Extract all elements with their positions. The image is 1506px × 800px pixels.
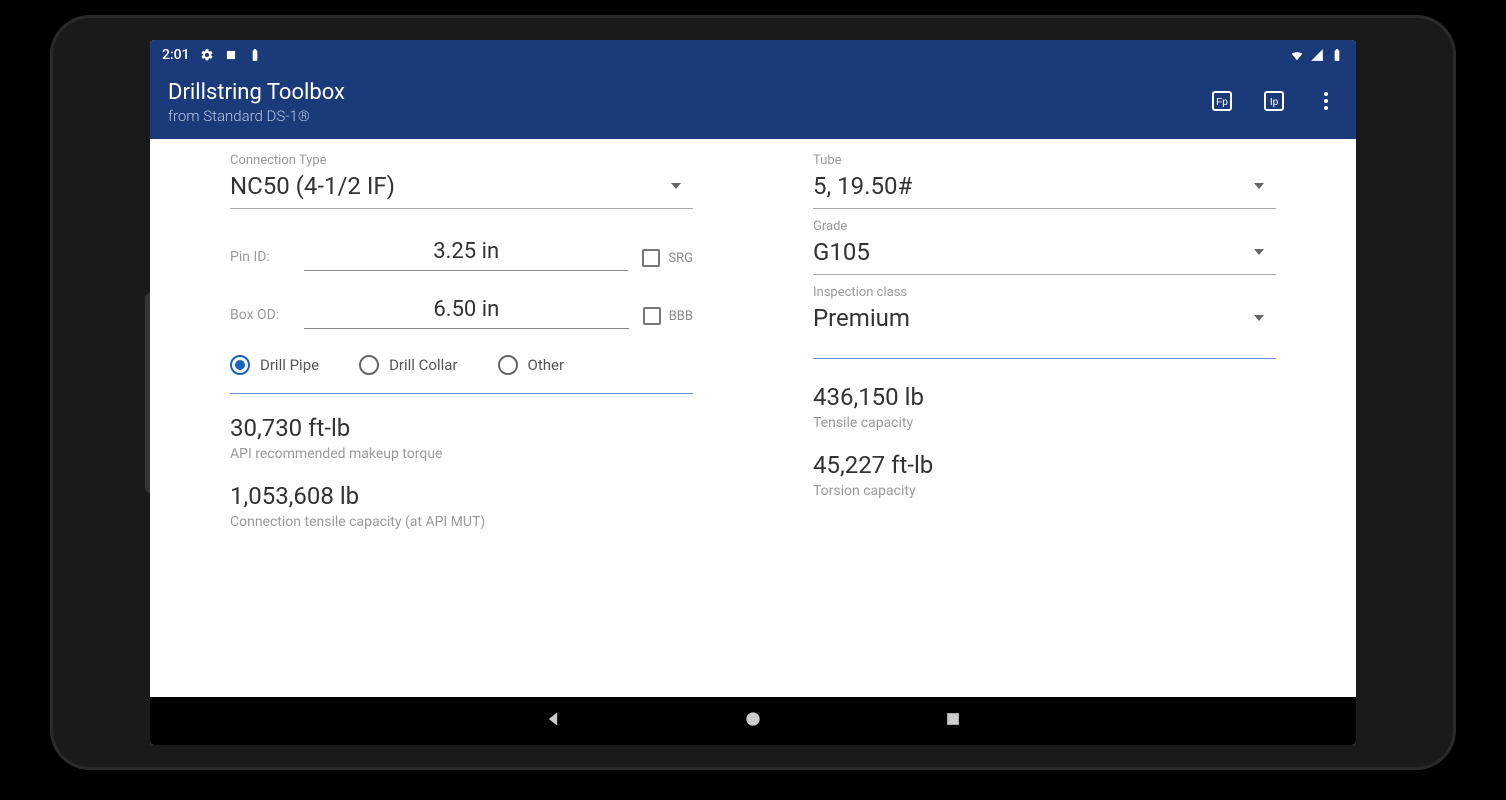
- status-bar: 2:01: [150, 40, 1356, 70]
- grade-label: Grade: [813, 219, 1276, 234]
- bbb-label: BBB: [669, 309, 693, 324]
- srg-checkbox[interactable]: [642, 249, 660, 267]
- box-od-input[interactable]: [304, 295, 629, 329]
- connection-type-label: Connection Type: [230, 153, 693, 168]
- signal-icon: [1310, 48, 1324, 62]
- radio-other[interactable]: Other: [498, 355, 565, 375]
- connection-type-dropdown[interactable]: NC50 (4-1/2 IF): [230, 168, 693, 209]
- grade-value: G105: [813, 238, 870, 266]
- result-value: 436,150 lb: [813, 383, 1276, 411]
- chevron-down-icon: [1254, 315, 1264, 321]
- divider: [813, 358, 1276, 359]
- tube-dropdown[interactable]: 5, 19.50#: [813, 168, 1276, 209]
- action-button-2[interactable]: Ip: [1262, 89, 1286, 117]
- battery-small-icon: [248, 48, 262, 62]
- pin-id-label: Pin ID:: [230, 249, 290, 271]
- status-time: 2:01: [162, 47, 190, 63]
- box-od-label: Box OD:: [230, 307, 290, 329]
- srg-label: SRG: [668, 251, 693, 266]
- gear-icon: [200, 48, 214, 62]
- svg-text:Ip: Ip: [1270, 97, 1279, 108]
- tube-label: Tube: [813, 153, 1276, 168]
- radio-icon: [230, 355, 250, 375]
- nav-recent-button[interactable]: [943, 709, 963, 733]
- content-area: Connection Type NC50 (4-1/2 IF) Pin ID: …: [150, 139, 1356, 745]
- bbb-checkbox[interactable]: [643, 307, 661, 325]
- square-icon: [224, 48, 238, 62]
- chevron-down-icon: [1254, 249, 1264, 255]
- left-column: Connection Type NC50 (4-1/2 IF) Pin ID: …: [230, 147, 693, 725]
- app-subtitle: from Standard DS-1®: [168, 107, 345, 125]
- pin-id-input[interactable]: [304, 237, 628, 271]
- result-desc: API recommended makeup torque: [230, 446, 693, 462]
- overflow-menu-icon[interactable]: [1314, 89, 1338, 117]
- connection-type-value: NC50 (4-1/2 IF): [230, 172, 395, 200]
- result-desc: Connection tensile capacity (at API MUT): [230, 514, 693, 530]
- result-value: 30,730 ft-lb: [230, 414, 693, 442]
- battery-icon: [1330, 48, 1344, 62]
- app-bar: Drillstring Toolbox from Standard DS-1® …: [150, 70, 1356, 139]
- radio-icon: [498, 355, 518, 375]
- pipe-type-radio-group: Drill Pipe Drill Collar Other: [230, 355, 693, 394]
- nav-back-button[interactable]: [543, 709, 563, 733]
- grade-dropdown[interactable]: G105: [813, 234, 1276, 275]
- tube-value: 5, 19.50#: [813, 172, 912, 200]
- radio-drill-collar[interactable]: Drill Collar: [359, 355, 457, 375]
- radio-label: Other: [528, 356, 565, 374]
- action-button-1[interactable]: Fp: [1210, 89, 1234, 117]
- radio-drill-pipe[interactable]: Drill Pipe: [230, 355, 319, 375]
- result-desc: Tensile capacity: [813, 415, 1276, 431]
- right-column: Tube 5, 19.50# Grade G105 Inspection cla…: [813, 147, 1276, 725]
- chevron-down-icon: [1254, 183, 1264, 189]
- inspection-class-dropdown[interactable]: Premium: [813, 300, 1276, 340]
- svg-text:Fp: Fp: [1216, 97, 1228, 108]
- inspection-class-value: Premium: [813, 304, 910, 332]
- tensile-capacity-result: 1,053,608 lb Connection tensile capacity…: [230, 482, 693, 530]
- makeup-torque-result: 30,730 ft-lb API recommended makeup torq…: [230, 414, 693, 462]
- tube-torsion-result: 45,227 ft-lb Torsion capacity: [813, 451, 1276, 499]
- tube-tensile-result: 436,150 lb Tensile capacity: [813, 383, 1276, 431]
- result-value: 1,053,608 lb: [230, 482, 693, 510]
- nav-home-button[interactable]: [743, 709, 763, 733]
- screen: 2:01: [150, 40, 1356, 745]
- result-value: 45,227 ft-lb: [813, 451, 1276, 479]
- android-nav-bar: [150, 697, 1356, 745]
- tablet-frame: 2:01: [50, 15, 1456, 770]
- result-desc: Torsion capacity: [813, 483, 1276, 499]
- app-title: Drillstring Toolbox: [168, 80, 345, 105]
- radio-label: Drill Pipe: [260, 356, 319, 374]
- inspection-class-label: Inspection class: [813, 285, 1276, 300]
- radio-icon: [359, 355, 379, 375]
- chevron-down-icon: [671, 183, 681, 189]
- radio-label: Drill Collar: [389, 356, 457, 374]
- wifi-icon: [1290, 48, 1304, 62]
